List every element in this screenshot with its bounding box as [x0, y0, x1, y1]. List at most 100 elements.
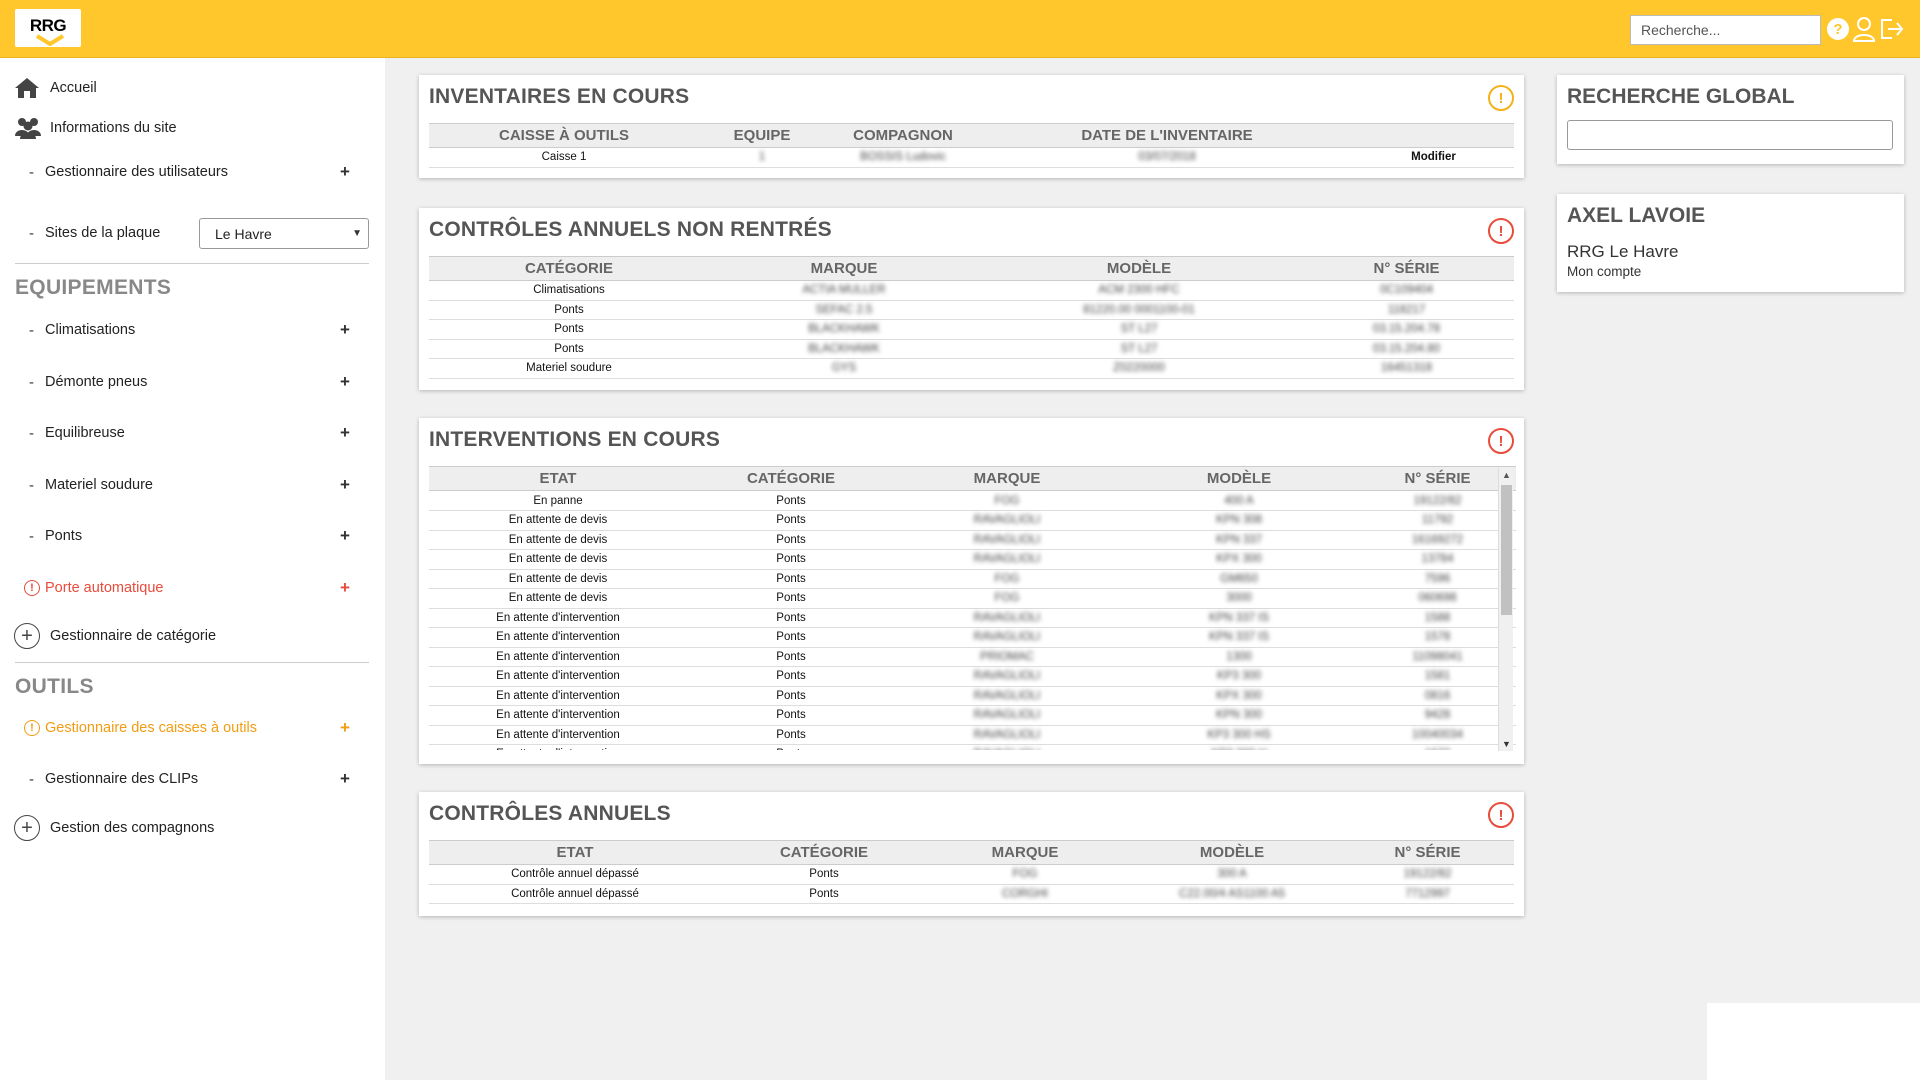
sidebar-item-label: Equilibreuse	[45, 425, 125, 441]
table-row[interactable]: Ponts BLACKHAWK ST L27 03.15.204.80	[429, 339, 1514, 359]
scroll-up-icon[interactable]: ▲	[1502, 470, 1511, 480]
rrg-logo[interactable]: RRG	[15, 9, 81, 47]
table-row[interactable]: En attente d'interventionPonts RAVAGLIOLI…	[429, 725, 1516, 745]
search-input[interactable]	[1630, 15, 1821, 45]
sidebar-item-label: Gestionnaire des caisses à outils	[45, 720, 257, 736]
table-row[interactable]: En attente de devis Ponts RAVAGLIOLI KPN 30…	[429, 510, 1516, 531]
sidebar-item-ponts[interactable]: - Ponts +	[0, 521, 385, 551]
add-circle-icon: +	[14, 623, 40, 649]
table-row[interactable]: En attente de devis Ponts RAVAGLIOLI KPX 30…	[429, 549, 1516, 570]
table-cell: En attente de devis	[429, 530, 687, 550]
blurred-value: KPN 337 IS	[1208, 631, 1270, 644]
blurred-value: 11098041	[1412, 650, 1463, 663]
alert-icon: !	[1488, 428, 1514, 454]
sidebar-item-demonte-pneus[interactable]: - Démonte pneus +	[0, 367, 385, 397]
interventions-table: En panne Ponts FOG 400 A 19122/82 En attente …	[429, 491, 1516, 750]
sidebar-item-materiel-soudure[interactable]: - Materiel soudure +	[0, 470, 385, 500]
table-cell: KP3 300	[1119, 666, 1359, 687]
expand-plus-icon[interactable]: +	[340, 718, 350, 738]
table-row[interactable]: Climatisations ACTIA MULLER ACM 2300 HFC 0C…	[429, 280, 1514, 301]
table-row[interactable]: En attente d'interventionPonts RAVAGLIOLI…	[429, 686, 1516, 706]
table-cell: KPN 337 IS	[1119, 627, 1359, 648]
table-row[interactable]: En attente de devis Ponts FOG GM650 7596	[429, 569, 1516, 589]
table-row[interactable]: En attente d'intervention Ponts PRIOMAC 130…	[429, 647, 1516, 667]
table-cell: En attente d'intervention	[429, 725, 687, 745]
panel-title: CONTRÔLES ANNUELS NON RENTRÉS	[429, 218, 832, 241]
help-icon[interactable]: ?	[1825, 15, 1851, 43]
table-cell: 1672	[1359, 744, 1516, 750]
expand-plus-icon[interactable]: +	[340, 475, 350, 495]
scroll-down-icon[interactable]: ▼	[1502, 739, 1511, 749]
table-row[interactable]: En attente d'interventionPonts RAVAGLIOLI…	[429, 705, 1516, 726]
modifier-link[interactable]: Modifier	[1353, 147, 1514, 168]
sidebar-item-informations[interactable]: Informations du site	[0, 113, 385, 143]
table-cell: KP3 300 H	[1119, 744, 1359, 750]
table-row[interactable]: En attente d'interventionPonts RAVAGLIOLI…	[429, 666, 1516, 687]
blurred-value: 03/07/2018	[1138, 151, 1196, 164]
sidebar-item-gestion-compagnons[interactable]: + Gestion des compagnons	[0, 813, 385, 843]
table-row[interactable]: En attente d'interventionPonts RAVAGLIOLI…	[429, 608, 1516, 628]
sidebar-item-caisses-outils[interactable]: ! Gestionnaire des caisses à outils +	[0, 713, 385, 743]
sidebar-item-climatisations[interactable]: - Climatisations +	[0, 315, 385, 345]
table-cell: RAVAGLIOLI	[895, 744, 1119, 750]
table-row[interactable]: Contrôle annuel dépassé Ponts CORGHI C22.00…	[429, 884, 1514, 904]
expand-plus-icon[interactable]: +	[340, 526, 350, 546]
expand-plus-icon[interactable]: +	[340, 769, 350, 789]
blurred-value: 81220.00 0001100-01	[1083, 303, 1195, 316]
table-row[interactable]: Ponts BLACKHAWK ST L27 03.15.204.78	[429, 319, 1514, 340]
table-row[interactable]: En attente d'interventionPonts RAVAGLIOLI…	[429, 627, 1516, 648]
table-row[interactable]: En attente de devis Ponts RAVAGLIOLI KPN 33…	[429, 530, 1516, 550]
table-cell: RAVAGLIOLI	[895, 530, 1119, 550]
global-search-input[interactable]	[1567, 120, 1893, 150]
expand-plus-icon[interactable]: +	[340, 578, 350, 598]
interventions-scroll-area[interactable]: En panne Ponts FOG 400 A 19122/82 En attente …	[429, 491, 1516, 750]
table-row[interactable]: Contrôle annuel dépassé Ponts FOG 300 A 1912…	[429, 864, 1514, 885]
table-cell: Ponts	[687, 491, 895, 511]
table-cell: 19122/82	[1359, 491, 1516, 511]
blurred-value: GYS	[831, 362, 857, 375]
sidebar-item-label: Démonte pneus	[45, 374, 148, 390]
blurred-value: KP3 300 HS	[1207, 728, 1271, 741]
table-cell: En attente de devis	[429, 569, 687, 589]
sidebar-item-equilibreuse[interactable]: - Equilibreuse +	[0, 418, 385, 448]
table-cell: Ponts	[687, 627, 895, 648]
table-row[interactable]: Materiel soudure GYS Z0220000 16451318	[429, 358, 1514, 379]
expand-plus-icon[interactable]: +	[340, 372, 350, 392]
logout-icon[interactable]	[1878, 15, 1904, 43]
sidebar-divider	[15, 263, 369, 264]
table-row[interactable]: En panne Ponts FOG 400 A 19122/82	[429, 491, 1516, 511]
mon-compte-link[interactable]: Mon compte	[1567, 264, 1641, 279]
site-select[interactable]: Le Havre ▼	[199, 218, 369, 249]
blurred-value: SEFAC 2.5	[815, 303, 873, 316]
user-icon[interactable]	[1851, 15, 1877, 43]
table-row[interactable]: En attente d'interventionPonts RAVAGLIOLI…	[429, 744, 1516, 750]
alert-icon: !	[1488, 218, 1514, 244]
table-cell: Z0220000	[979, 358, 1299, 379]
expand-plus-icon[interactable]: +	[340, 162, 350, 182]
table-row[interactable]: Ponts SEFAC 2.5 81220.00 0001100-01 118217	[429, 300, 1514, 320]
scrollbar-thumb[interactable]	[1501, 485, 1512, 615]
table-row[interactable]: En attente de devis Ponts FOG 3000 060698	[429, 588, 1516, 609]
expand-plus-icon[interactable]: +	[340, 423, 350, 443]
sidebar-item-porte-automatique[interactable]: ! Porte automatique +	[0, 573, 385, 603]
table-cell: C22.00/4 AS1100 A5	[1123, 884, 1341, 904]
table-cell: KPN 337	[1119, 530, 1359, 550]
sidebar-item-clips[interactable]: - Gestionnaire des CLIPs +	[0, 764, 385, 794]
blurred-value: RAVAGLIOLI	[973, 728, 1041, 741]
table-cell: Ponts	[687, 686, 895, 706]
dash-marker: -	[29, 163, 34, 181]
blurred-value: 1	[758, 151, 766, 164]
blurred-value: 300 A	[1217, 868, 1247, 881]
blurred-value: RAVAGLIOLI	[973, 631, 1041, 644]
column-header: CATÉGORIE	[721, 840, 927, 865]
table-cell: En attente de devis	[429, 588, 687, 609]
blurred-value: C22.00/4 AS1100 A5	[1179, 887, 1285, 900]
sidebar-item-gestion-categorie[interactable]: + Gestionnaire de catégorie	[0, 621, 385, 651]
sidebar-item-gestion-utilisateurs[interactable]: - Gestionnaire des utilisateurs +	[0, 157, 385, 187]
sidebar-item-accueil[interactable]: Accueil	[0, 73, 385, 103]
table-cell: 1588	[1359, 608, 1516, 628]
interventions-scrollbar[interactable]: ▲ ▼	[1498, 468, 1513, 751]
blurred-value: GM650	[1220, 572, 1258, 585]
table-cell: CORGHI	[927, 884, 1123, 904]
expand-plus-icon[interactable]: +	[340, 320, 350, 340]
